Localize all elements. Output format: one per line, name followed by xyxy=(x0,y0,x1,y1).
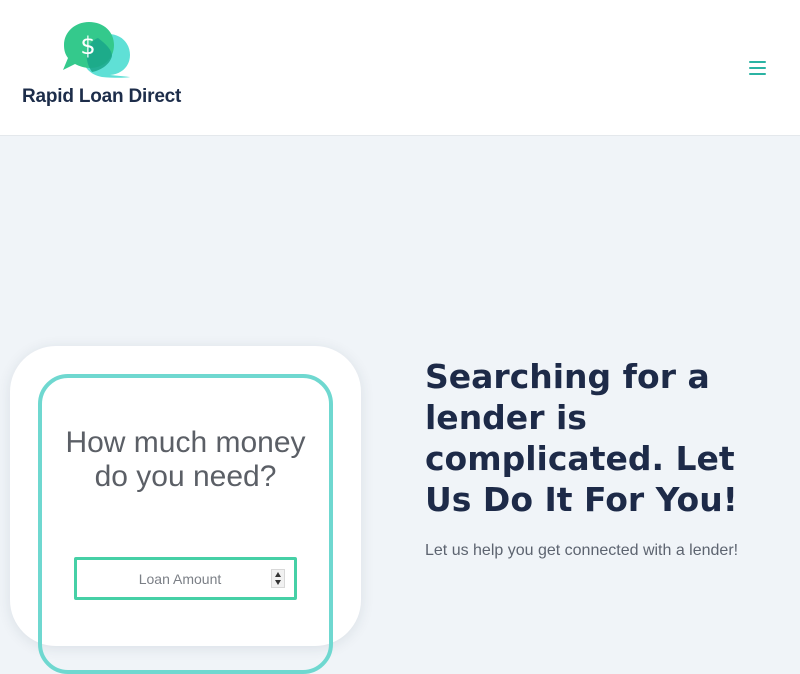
card-heading: How much money do you need? xyxy=(65,426,306,493)
menu-toggle-button[interactable] xyxy=(746,58,770,78)
spin-up-icon[interactable] xyxy=(275,572,281,577)
brand-logo[interactable]: $ Rapid Loan Direct xyxy=(22,20,181,112)
loan-amount-field[interactable] xyxy=(74,557,297,600)
hamburger-menu-icon xyxy=(749,61,766,63)
hero-subtitle: Let us help you get connected with a len… xyxy=(425,542,739,559)
brand-name: Rapid Loan Direct xyxy=(22,86,182,107)
loan-amount-form: How much money do you need? xyxy=(38,374,333,674)
svg-text:$: $ xyxy=(80,32,95,60)
number-spinner-icon[interactable] xyxy=(271,569,285,588)
hero-heading: Searching for a lender is complicated. L… xyxy=(425,357,738,519)
dollar-chat-bubbles-icon: $ xyxy=(63,22,130,78)
spin-down-icon[interactable] xyxy=(275,580,281,585)
loan-amount-input[interactable] xyxy=(77,560,267,597)
loan-amount-card: How much money do you need? xyxy=(10,346,361,674)
site-header: $ Rapid Loan Direct xyxy=(0,0,800,136)
